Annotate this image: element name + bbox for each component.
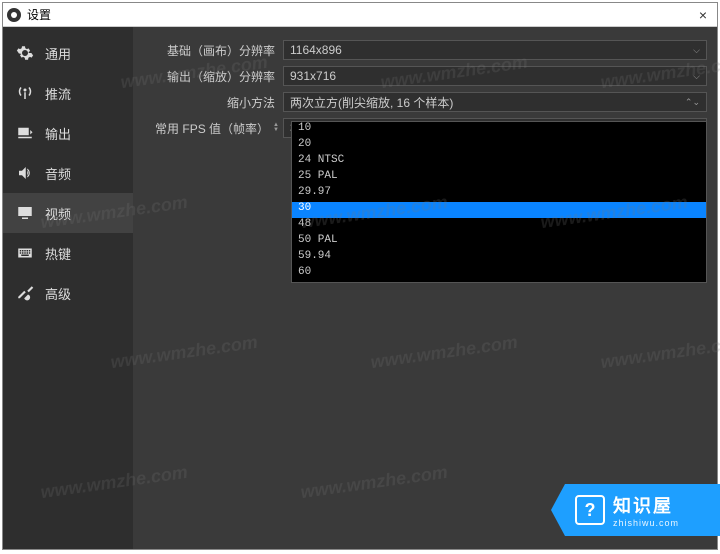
- updown-icon: ⌃⌄: [685, 97, 700, 108]
- fps-label: 常用 FPS 值（帧率）: [155, 120, 269, 137]
- row-output-resolution: 输出（缩放）分辨率 931x716 ⌵: [143, 65, 707, 87]
- fps-type-spinner[interactable]: ▲▼: [273, 123, 279, 133]
- sidebar-item-label: 热键: [45, 244, 71, 263]
- badge-title: 知识屋: [613, 492, 679, 518]
- sidebar-item-audio[interactable]: 音频: [3, 153, 133, 193]
- badge-sub: zhishiwu.com: [613, 518, 679, 528]
- sidebar-item-label: 输出: [45, 124, 71, 143]
- base-res-combo[interactable]: 1164x896 ⌵: [283, 40, 707, 60]
- window-title: 设置: [27, 6, 693, 23]
- app-icon: [7, 8, 21, 22]
- fps-label-wrap: 常用 FPS 值（帧率） ▲▼: [143, 120, 283, 137]
- site-badge: ? 知识屋 zhishiwu.com: [565, 484, 720, 536]
- downscale-label: 缩小方法: [143, 94, 283, 111]
- sidebar-item-label: 高级: [45, 284, 71, 303]
- fps-option[interactable]: 50 PAL: [292, 234, 706, 250]
- row-base-resolution: 基础（画布）分辨率 1164x896 ⌵: [143, 39, 707, 61]
- fps-option[interactable]: 24 NTSC: [292, 154, 706, 170]
- window-body: 通用 推流 输出 音频 视频 热键: [3, 27, 717, 549]
- fps-option[interactable]: 20: [292, 138, 706, 154]
- sidebar-item-label: 视频: [45, 204, 71, 223]
- sidebar: 通用 推流 输出 音频 视频 热键: [3, 27, 133, 549]
- close-button[interactable]: ×: [693, 7, 713, 23]
- gear-icon: [15, 43, 35, 63]
- sidebar-item-label: 推流: [45, 84, 71, 103]
- antenna-icon: [15, 83, 35, 103]
- sidebar-item-advanced[interactable]: 高级: [3, 273, 133, 313]
- question-icon: ?: [575, 495, 605, 525]
- sidebar-item-label: 通用: [45, 44, 71, 63]
- sidebar-item-general[interactable]: 通用: [3, 33, 133, 73]
- base-res-value: 1164x896: [290, 43, 342, 57]
- chevron-down-icon: ⌵: [693, 71, 700, 82]
- sidebar-item-stream[interactable]: 推流: [3, 73, 133, 113]
- fps-option[interactable]: 30: [292, 202, 706, 218]
- tools-icon: [15, 283, 35, 303]
- settings-window: 设置 × 通用 推流 输出 音频 视频: [2, 2, 718, 550]
- fps-option[interactable]: 10: [292, 122, 706, 138]
- fps-dropdown[interactable]: 102024 NTSC25 PAL29.97304850 PAL59.9460: [291, 121, 707, 283]
- output-res-value: 931x716: [290, 69, 336, 83]
- keyboard-icon: [15, 243, 35, 263]
- output-res-label: 输出（缩放）分辨率: [143, 68, 283, 85]
- downscale-value: 两次立方(削尖缩放, 16 个样本): [290, 94, 453, 111]
- row-downscale: 缩小方法 两次立方(削尖缩放, 16 个样本) ⌃⌄: [143, 91, 707, 113]
- fps-option[interactable]: 29.97: [292, 186, 706, 202]
- fps-option[interactable]: 25 PAL: [292, 170, 706, 186]
- sidebar-item-label: 音频: [45, 164, 71, 183]
- sidebar-item-output[interactable]: 输出: [3, 113, 133, 153]
- sidebar-item-video[interactable]: 视频: [3, 193, 133, 233]
- content-pane: 基础（画布）分辨率 1164x896 ⌵ 输出（缩放）分辨率 931x716 ⌵…: [133, 27, 717, 549]
- sidebar-item-hotkeys[interactable]: 热键: [3, 233, 133, 273]
- chevron-down-icon: ⌵: [693, 45, 700, 56]
- speaker-icon: [15, 163, 35, 183]
- fps-option[interactable]: 59.94: [292, 250, 706, 266]
- downscale-combo[interactable]: 两次立方(削尖缩放, 16 个样本) ⌃⌄: [283, 92, 707, 112]
- output-res-combo[interactable]: 931x716 ⌵: [283, 66, 707, 86]
- output-icon: [15, 123, 35, 143]
- badge-text: 知识屋 zhishiwu.com: [613, 492, 679, 528]
- monitor-icon: [15, 203, 35, 223]
- fps-option[interactable]: 60: [292, 266, 706, 282]
- fps-option[interactable]: 48: [292, 218, 706, 234]
- base-res-label: 基础（画布）分辨率: [143, 42, 283, 59]
- titlebar: 设置 ×: [3, 3, 717, 27]
